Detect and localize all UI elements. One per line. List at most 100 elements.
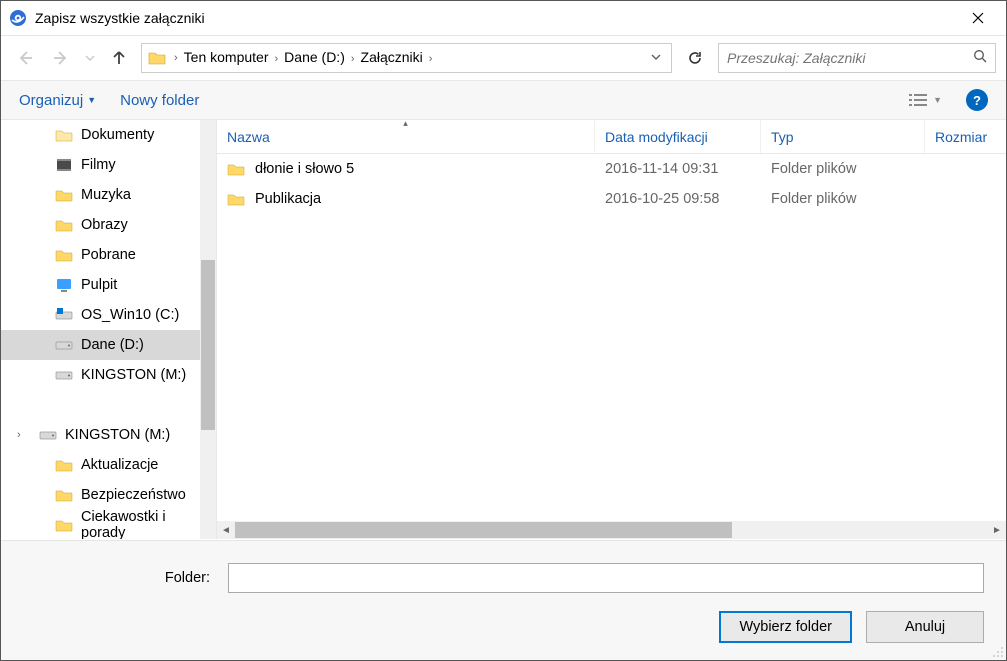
sidebar-item-label: Filmy [81,157,116,173]
nav-bar: › Ten komputer›Dane (D:)›Załączniki› [1,36,1006,80]
help-label: ? [973,93,981,108]
sidebar-item-label: Obrazy [81,217,128,233]
sidebar-item-label: Aktualizacje [81,457,158,473]
drive-win-icon [55,306,73,324]
sidebar-item-label: Muzyka [81,187,131,203]
sidebar: Dokumenty Filmy Muzyka Obrazy Pobrane Pulpit O… [1,120,217,539]
sidebar-item[interactable]: Bezpieczeństwo [1,480,200,510]
view-mode-button[interactable]: ▼ [909,93,942,107]
cancel-button[interactable]: Anuluj [866,611,984,643]
toolbar: Organizuj ▼ Nowy folder ▼ ? [1,80,1006,120]
new-folder-label: Nowy folder [120,92,199,109]
main-area: Dokumenty Filmy Muzyka Obrazy Pobrane Pulpit O… [1,120,1006,539]
docs-icon [55,126,73,144]
file-list: Nazwa Data modyfikacji Typ Rozmiar dłoni… [217,120,1006,539]
sidebar-item[interactable]: KINGSTON (M:) [1,360,200,390]
sidebar-item[interactable]: Filmy [1,150,200,180]
table-row[interactable]: Publikacja2016-10-25 09:58Folder plików [217,184,1006,214]
column-headers: Nazwa Data modyfikacji Typ Rozmiar [217,120,1006,154]
column-date[interactable]: Data modyfikacji [595,120,761,153]
dl-icon [55,246,73,264]
drive-icon [55,366,73,384]
forward-button[interactable] [47,44,75,72]
list-view-icon [909,93,927,107]
file-date: 2016-11-14 09:31 [595,161,761,177]
scrollbar-thumb[interactable] [235,522,732,538]
sidebar-item-label: OS_Win10 (C:) [81,307,179,323]
sidebar-scrollbar[interactable] [200,120,216,539]
sidebar-item-label: Dokumenty [81,127,154,143]
scroll-left[interactable]: ◄ [217,525,235,536]
close-button[interactable] [958,3,998,33]
sidebar-item[interactable]: Ciekawostki i porady [1,510,200,539]
organize-label: Organizuj [19,92,83,109]
folder-icon [55,456,73,474]
sidebar-item[interactable]: Aktualizacje [1,450,200,480]
table-row[interactable]: dłonie i słowo 52016-11-14 09:31Folder p… [217,154,1006,184]
scroll-right[interactable]: ► [988,525,1006,536]
sidebar-item-label: KINGSTON (M:) [65,427,170,443]
sidebar-item-label: Ciekawostki i porady [81,509,200,539]
sidebar-item[interactable]: › KINGSTON (M:) [1,420,200,450]
app-icon [9,9,27,27]
organize-button[interactable]: Organizuj ▼ [19,92,96,109]
column-type[interactable]: Typ [761,120,925,153]
address-bar[interactable]: › Ten komputer›Dane (D:)›Załączniki› [141,43,672,73]
search-input[interactable] [727,50,973,66]
refresh-button[interactable] [680,43,710,73]
window-title: Zapisz wszystkie załączniki [35,10,958,26]
sidebar-item-label: KINGSTON (M:) [81,367,186,383]
video-icon [55,156,73,174]
chevron-right-icon[interactable]: › [349,53,357,65]
sidebar-item[interactable]: Dokumenty [1,120,200,150]
pics-icon [55,216,73,234]
folder-icon [227,160,245,178]
sidebar-item[interactable]: Pobrane [1,240,200,270]
folder-icon [227,190,245,208]
chevron-right-icon[interactable]: › [17,429,21,441]
search-icon[interactable] [973,49,987,68]
sidebar-item[interactable]: OS_Win10 (C:) [1,300,200,330]
address-dropdown[interactable] [645,52,667,65]
music-icon [55,186,73,204]
drive-icon [55,336,73,354]
new-folder-button[interactable]: Nowy folder [120,92,199,109]
breadcrumb-item[interactable]: Dane (D:) [280,49,349,65]
sidebar-item[interactable]: Pulpit [1,270,200,300]
title-bar: Zapisz wszystkie załączniki [1,1,1006,36]
content-scrollbar[interactable]: ◄ ► [217,521,1006,539]
drive-icon [39,426,57,444]
file-type: Folder plików [761,161,925,177]
sidebar-item-label: Dane (D:) [81,337,144,353]
back-button[interactable] [11,44,39,72]
chevron-right-icon[interactable]: › [172,52,180,64]
sidebar-item[interactable]: Obrazy [1,210,200,240]
sidebar-item[interactable]: Muzyka [1,180,200,210]
blank-icon [39,396,57,414]
chevron-right-icon[interactable]: › [427,53,435,65]
recent-dropdown[interactable] [83,44,97,72]
sidebar-item-label: Pulpit [81,277,117,293]
folder-input[interactable] [228,563,984,593]
sidebar-item-label: Bezpieczeństwo [81,487,186,503]
file-name: Publikacja [255,191,321,207]
folder-icon [55,516,73,534]
sidebar-item[interactable]: Dane (D:) [1,330,200,360]
bottom-panel: Folder: Wybierz folder Anuluj [1,540,1006,660]
column-size[interactable]: Rozmiar [925,120,1006,153]
search-box[interactable] [718,43,996,73]
chevron-down-icon: ▼ [87,95,96,105]
folder-label: Folder: [23,570,218,586]
file-date: 2016-10-25 09:58 [595,191,761,207]
chevron-down-icon: ▼ [933,95,942,105]
sidebar-item [1,390,200,420]
help-button[interactable]: ? [966,89,988,111]
file-rows: dłonie i słowo 52016-11-14 09:31Folder p… [217,154,1006,521]
breadcrumb-item[interactable]: Ten komputer [180,49,273,65]
resize-grip[interactable] [990,644,1004,658]
up-button[interactable] [105,44,133,72]
scrollbar-thumb[interactable] [201,260,215,430]
breadcrumb-item[interactable]: Załączniki [357,49,427,65]
column-name[interactable]: Nazwa [217,120,595,153]
select-folder-button[interactable]: Wybierz folder [719,611,852,643]
